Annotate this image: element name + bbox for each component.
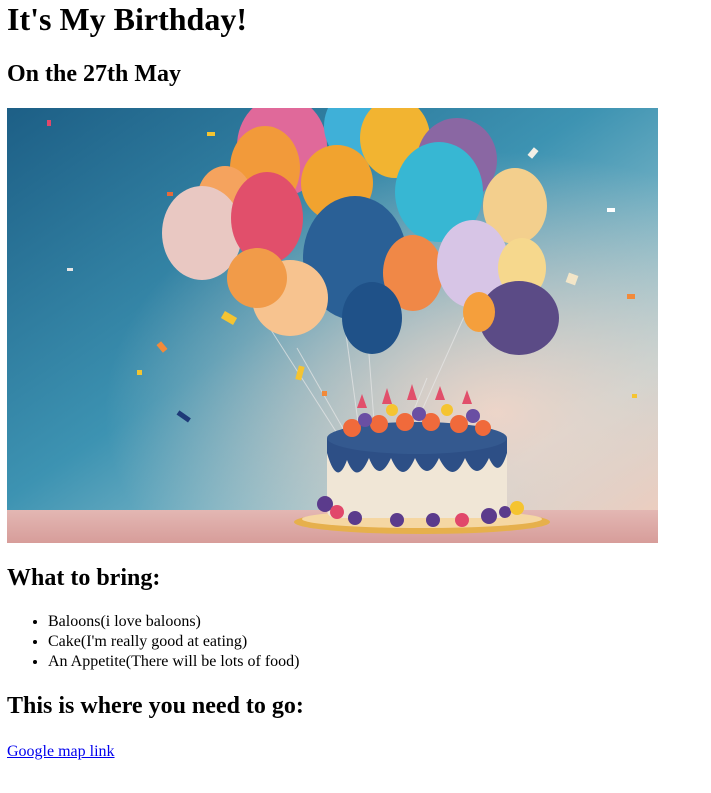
list-item: Baloons(i love baloons)	[48, 612, 300, 632]
birthday-cake-image	[7, 108, 658, 543]
page-title: It's My Birthday!	[7, 1, 247, 37]
bring-heading: What to bring:	[7, 565, 161, 591]
location-heading: This is where you need to go:	[7, 693, 304, 719]
bring-list: Baloons(i love baloons) Cake(I'm really …	[7, 612, 300, 672]
google-map-link[interactable]: Google map link	[7, 742, 115, 762]
list-item: Cake(I'm really good at eating)	[48, 632, 300, 652]
page-subtitle: On the 27th May	[7, 61, 181, 87]
cake-balloons-illustration	[7, 108, 658, 543]
list-item: An Appetite(There will be lots of food)	[48, 652, 300, 672]
